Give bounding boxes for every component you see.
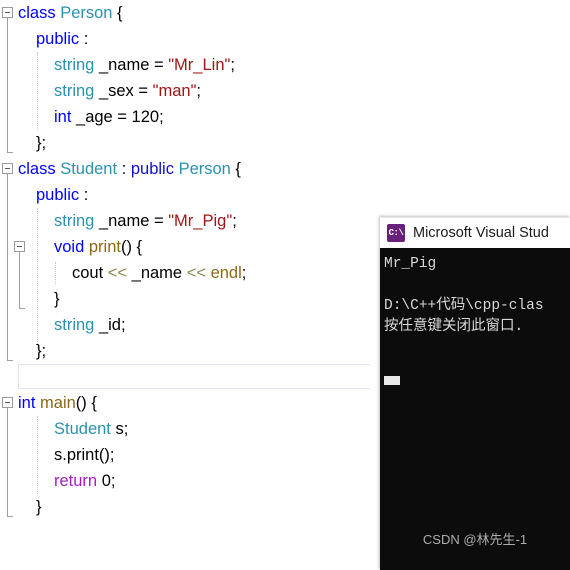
code-token: cout: [72, 264, 108, 282]
console-lines-container: Mr_Pig D:\C++代码\cpp-clas 按任意键关闭此窗口.: [384, 254, 570, 338]
code-token: print: [88, 238, 121, 256]
indent-guide: [37, 208, 38, 348]
code-token: () {: [75, 394, 97, 412]
code-token: _age =: [71, 108, 132, 126]
visual-studio-console-icon: C:\: [387, 224, 405, 242]
code-token: string: [54, 82, 95, 100]
indent-guide: [55, 262, 56, 284]
code-token: s;: [110, 420, 129, 438]
code-line[interactable]: public :: [0, 26, 570, 52]
code-token: main: [40, 394, 76, 412]
code-token: return: [54, 472, 98, 490]
code-token: _sex =: [94, 82, 153, 100]
outline-connector-line: [7, 174, 8, 360]
code-token: };: [36, 134, 47, 152]
fold-toggle-icon[interactable]: [2, 397, 13, 408]
fold-toggle-icon[interactable]: [2, 7, 13, 18]
code-token: ;: [241, 264, 247, 282]
outline-connector-foot: [7, 360, 13, 361]
code-token: string: [54, 56, 95, 74]
outline-connector-foot: [7, 516, 13, 517]
code-token: s.print();: [54, 446, 115, 464]
code-line[interactable]: class Student : public Person {: [0, 156, 570, 182]
code-line[interactable]: };: [0, 130, 570, 156]
code-token: Person: [178, 160, 231, 178]
code-token: int: [54, 108, 72, 126]
console-titlebar[interactable]: C:\ Microsoft Visual Stud: [380, 217, 570, 248]
code-token: _name =: [94, 56, 169, 74]
code-line[interactable]: public :: [0, 182, 570, 208]
code-line[interactable]: string _name = "Mr_Lin";: [0, 52, 570, 78]
code-token: string: [54, 316, 95, 334]
code-token: :: [79, 186, 89, 204]
code-token: "Mr_Lin": [168, 56, 231, 74]
console-output-area[interactable]: Mr_Pig D:\C++代码\cpp-clas 按任意键关闭此窗口. CSDN …: [380, 248, 570, 570]
code-token: }: [36, 498, 42, 516]
code-line[interactable]: string _sex = "man";: [0, 78, 570, 104]
code-token: endl: [210, 264, 242, 282]
code-token: int: [18, 394, 36, 412]
indent-guide: [37, 416, 38, 494]
code-token: void: [54, 238, 85, 256]
code-token: <<: [107, 264, 128, 282]
console-line: D:\C++代码\cpp-clas: [384, 298, 544, 314]
code-token: _id;: [94, 316, 126, 334]
fold-toggle-icon[interactable]: [2, 163, 13, 174]
outline-connector-foot: [7, 152, 13, 153]
outline-connector-foot: [19, 308, 25, 309]
code-token: "Mr_Pig": [168, 212, 233, 230]
code-token: class: [18, 4, 56, 22]
code-token: {: [230, 160, 241, 178]
code-line[interactable]: class Person {: [0, 0, 570, 26]
code-token: public: [36, 30, 80, 48]
code-token: class: [18, 160, 56, 178]
outline-connector-line: [19, 252, 20, 308]
code-token: ;: [159, 108, 164, 126]
csdn-watermark: CSDN @林先生-1: [422, 532, 528, 547]
code-token: _name: [127, 264, 187, 282]
console-window[interactable]: C:\ Microsoft Visual Stud Mr_Pig D:\C++代…: [380, 217, 570, 570]
code-token: ;: [232, 212, 237, 230]
code-token: <<: [186, 264, 206, 282]
code-token: "man": [152, 82, 197, 100]
code-token: :: [79, 30, 89, 48]
code-token: {: [112, 4, 123, 22]
indent-guide: [37, 52, 38, 130]
code-line[interactable]: int _age = 120;: [0, 104, 570, 130]
console-line: 按任意键关闭此窗口.: [384, 319, 524, 335]
fold-toggle-icon[interactable]: [14, 241, 25, 252]
current-line-highlight: [18, 364, 370, 389]
code-token: Person: [60, 4, 113, 22]
code-token: ;: [196, 82, 202, 100]
console-window-title: Microsoft Visual Stud: [413, 225, 549, 241]
outline-connector-line: [7, 18, 8, 152]
code-token: ;: [230, 56, 235, 74]
console-line: Mr_Pig: [384, 256, 437, 272]
code-token: public: [36, 186, 80, 204]
code-token: string: [54, 212, 95, 230]
outline-connector-line: [7, 408, 8, 516]
code-token: ;: [110, 472, 116, 490]
code-token: 0: [101, 472, 111, 490]
code-token: :: [117, 160, 131, 178]
console-cursor: [384, 376, 400, 385]
code-token: }: [54, 290, 60, 308]
code-token: Student: [60, 160, 118, 178]
code-token: 120: [131, 108, 160, 126]
code-token: public: [130, 160, 174, 178]
code-token: Student: [54, 420, 111, 438]
code-token: _name =: [94, 212, 169, 230]
code-token: () {: [120, 238, 143, 256]
